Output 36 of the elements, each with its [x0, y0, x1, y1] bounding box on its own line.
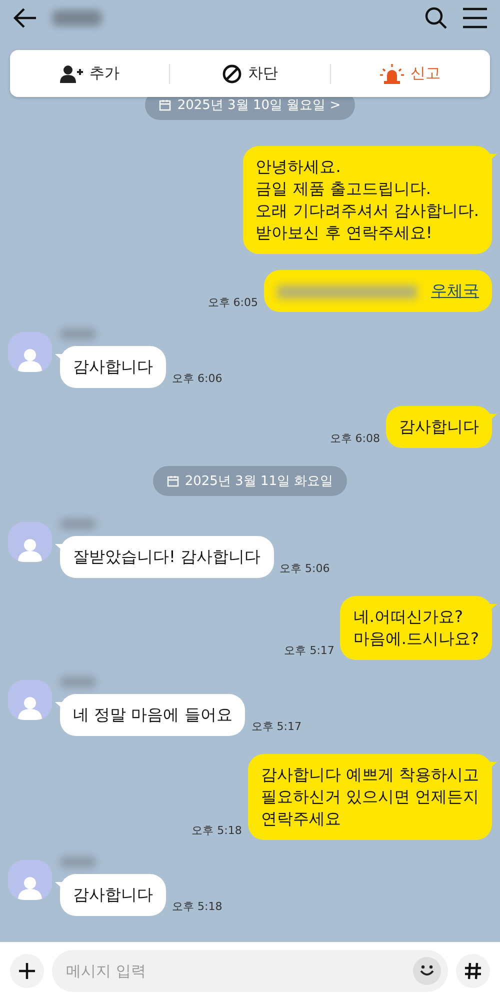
menu-icon[interactable]: [462, 7, 488, 29]
message-link[interactable]: 우체국: [431, 281, 479, 300]
bubble-tail: [488, 762, 497, 770]
message-time: 오후 6:06: [172, 371, 222, 387]
add-person-icon: [60, 64, 84, 82]
bubble-tail: [488, 154, 497, 162]
plus-icon[interactable]: [18, 962, 36, 980]
bubble-tail: [488, 414, 497, 422]
message-time: 오후 5:06: [280, 561, 330, 577]
hashtag-icon[interactable]: [464, 962, 482, 980]
bubble-tail: [488, 604, 497, 612]
message-time: 오후 5:17: [284, 643, 334, 659]
action-button[interactable]: 차단: [170, 56, 330, 92]
message-time: 오후 5:18: [172, 899, 222, 915]
redacted-name: [60, 518, 96, 530]
message-time: 오후 5:18: [192, 823, 242, 839]
date-divider: 2025년 3월 11일 화요일: [152, 466, 348, 496]
add-button[interactable]: [10, 954, 44, 988]
message-time: 오후 6:08: [330, 431, 380, 447]
message-time: 오후 5:17: [251, 719, 302, 735]
block-icon: [222, 64, 242, 84]
bubble-tail: [55, 702, 64, 710]
back-arrow-icon[interactable]: [12, 7, 38, 29]
action-button[interactable]: 추가: [10, 56, 170, 91]
bubble-tail: [55, 882, 64, 890]
redacted-name: [60, 328, 96, 340]
redacted-name: [60, 856, 96, 868]
bubble-tail: [55, 544, 64, 552]
search-icon[interactable]: [424, 6, 448, 30]
message-input-field[interactable]: 메시지 입력: [52, 950, 448, 992]
message-time: 오후 6:05: [208, 295, 258, 311]
action-button[interactable]: 신고: [330, 56, 490, 92]
siren-icon: [380, 64, 404, 84]
bubble-tail: [55, 354, 64, 362]
hashtag-button[interactable]: [456, 954, 490, 988]
redacted-name: [60, 676, 96, 688]
